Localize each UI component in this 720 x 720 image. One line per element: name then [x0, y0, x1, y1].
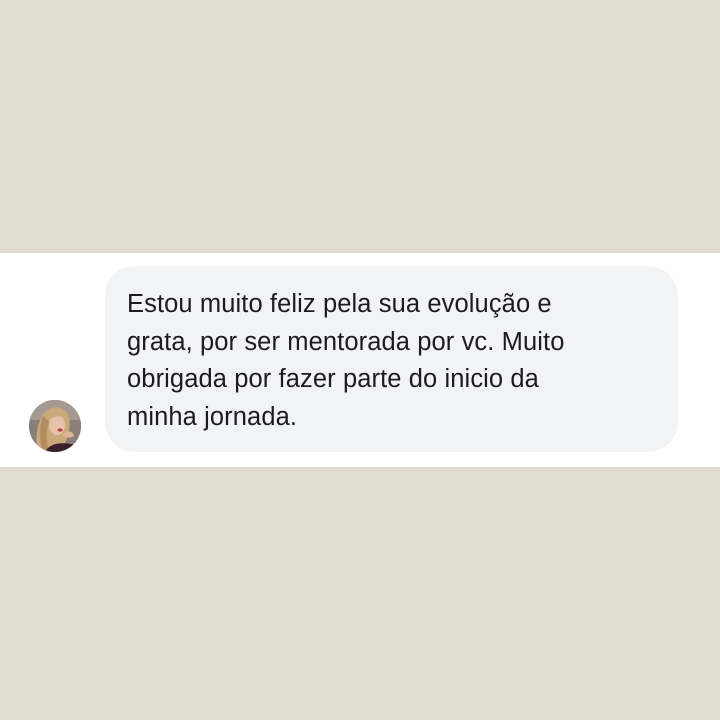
avatar[interactable]	[29, 400, 81, 452]
message-text: Estou muito feliz pela sua evolução e gr…	[127, 290, 565, 431]
message-bubble[interactable]: Estou muito feliz pela sua evolução e gr…	[105, 266, 678, 452]
chat-strip: Estou muito feliz pela sua evolução e gr…	[0, 253, 720, 467]
profile-photo-icon	[29, 400, 81, 452]
